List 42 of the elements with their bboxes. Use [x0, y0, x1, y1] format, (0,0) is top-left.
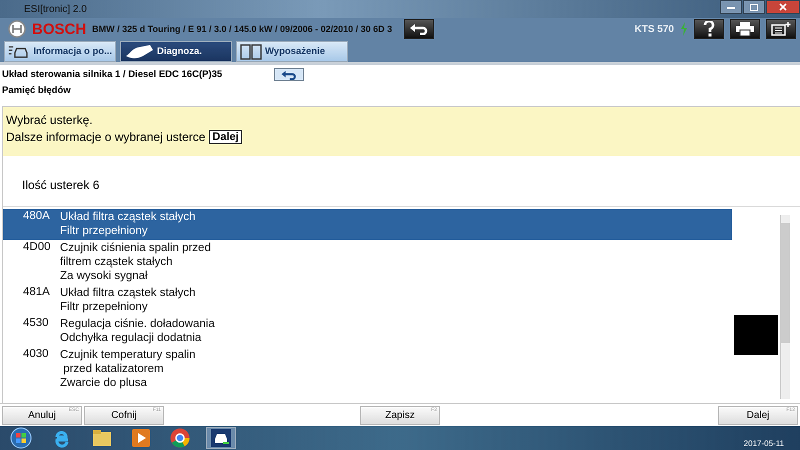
help-button[interactable] [694, 19, 724, 39]
list-add-icon [771, 22, 791, 36]
bosch-logo-icon [8, 20, 26, 38]
maximize-icon [750, 4, 758, 10]
connection-icon [680, 22, 688, 36]
printer-icon [736, 22, 754, 36]
next-link-button[interactable]: Dalej [209, 130, 242, 144]
close-button[interactable] [766, 0, 800, 14]
fault-list-item[interactable]: 480A Układ filtra cząstek stałych Filtr przepełniony [3, 209, 732, 240]
car-list-icon [8, 44, 30, 60]
book-icon [240, 44, 262, 60]
clock-date: 2017-05-11 [744, 439, 784, 450]
device-name: KTS 570 [634, 24, 674, 34]
instruction-text: Wybrać usterkę. [6, 113, 94, 127]
tab[interactable]: Wyposażenie [236, 41, 348, 62]
tab[interactable]: Informacja o po... [4, 41, 116, 62]
fault-count: Ilość usterek 6 [21, 177, 100, 194]
fault-list-item[interactable]: 4D00 Czujnik ciśnienia spalin przed filtrem cząstek stałych Za wysoki sygnał [3, 240, 732, 285]
fault-list-item[interactable]: 4530 Regulacja ciśnie. doładowania Odchyłka regulacji dodatnia [3, 316, 732, 347]
fault-list-item[interactable]: 481A Układ filtra cząstek stałych Filtr przepełniony [3, 285, 732, 316]
scrollbar[interactable] [780, 215, 790, 399]
return-arrow-icon [280, 70, 298, 80]
minimize-button[interactable] [720, 0, 742, 14]
minimize-icon [727, 5, 735, 9]
help-icon [703, 21, 715, 37]
back-button[interactable] [274, 68, 304, 81]
vehicle-info: BMW / 325 d Touring / E 91 / 3.0 / 145.0 kW / 09/2006 - 02/2010 / 30 6D 3 [92, 24, 392, 34]
fault-list-item[interactable]: 4030 Czujnik temperatury spalin przed katalizatorem Zwarcie do plusa [3, 347, 732, 392]
car-app-icon[interactable] [206, 427, 236, 449]
print-button[interactable] [730, 19, 760, 39]
window-title: ESI[tronic] 2.0 [24, 4, 87, 14]
section-title: Pamięć błędów [2, 85, 72, 96]
tab[interactable]: Diagnoza. [120, 41, 232, 62]
menu-button[interactable] [766, 19, 796, 39]
return-arrow-icon [409, 23, 430, 35]
maximize-button[interactable] [743, 0, 765, 14]
back-button[interactable] [404, 19, 434, 39]
control-unit-path: Układ sterowania silnika 1 / Diesel EDC 16C(P)35 [2, 69, 222, 80]
instruction-text: Dalsze informacje o wybranej usterce [6, 130, 206, 144]
close-icon [779, 3, 787, 11]
redaction-block [734, 315, 778, 355]
brand-name: BOSCH [32, 20, 86, 38]
